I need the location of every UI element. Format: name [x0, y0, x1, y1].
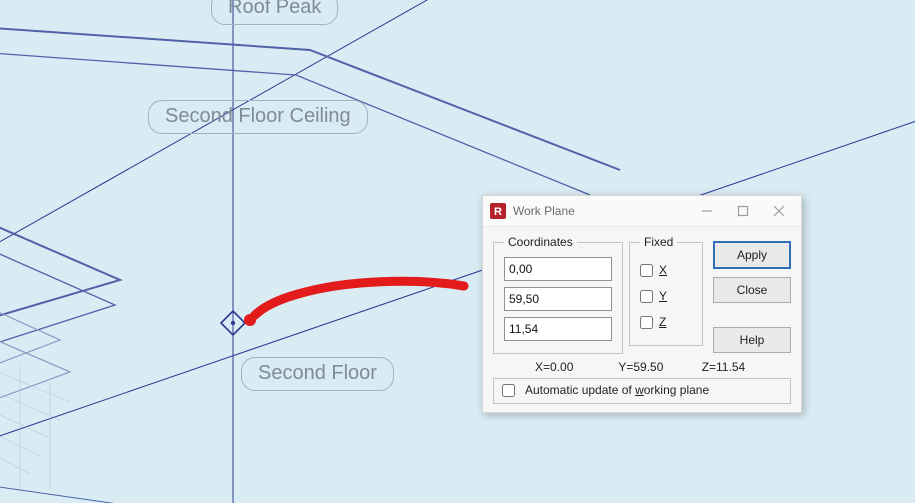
- coord-x-input[interactable]: [504, 257, 612, 281]
- coord-z-input[interactable]: [504, 317, 612, 341]
- svg-text:R: R: [494, 206, 502, 218]
- fixed-legend: Fixed: [640, 235, 677, 249]
- minimize-button[interactable]: [689, 198, 725, 224]
- level-label-second-floor: Second Floor: [241, 357, 394, 391]
- fixed-group: Fixed X Y Z: [629, 235, 703, 346]
- level-label-text: Second Floor: [258, 362, 377, 384]
- fixed-x-checkbox[interactable]: X: [640, 257, 692, 283]
- close-button[interactable]: [761, 198, 797, 224]
- auto-update-input[interactable]: [502, 384, 515, 397]
- coordinates-legend: Coordinates: [504, 235, 577, 249]
- level-label-roof-peak: Roof Peak: [211, 0, 338, 25]
- fixed-x-input[interactable]: [640, 264, 653, 277]
- fixed-y-checkbox[interactable]: Y: [640, 283, 692, 309]
- fixed-z-label: Z: [659, 315, 666, 329]
- auto-update-checkbox[interactable]: Automatic update of working plane: [493, 378, 791, 404]
- dialog-titlebar[interactable]: R Work Plane: [483, 196, 801, 227]
- help-button[interactable]: Help: [713, 327, 791, 353]
- status-z: Z=11.54: [702, 360, 782, 374]
- coord-y-input[interactable]: [504, 287, 612, 311]
- auto-update-label: Automatic update of working plane: [525, 383, 709, 397]
- dialog-title: Work Plane: [513, 204, 575, 218]
- dialog-actions: Apply Close Help: [713, 235, 791, 353]
- app-icon: R: [489, 202, 507, 220]
- apply-button[interactable]: Apply: [713, 241, 791, 269]
- status-readout: X=0.00 Y=59.50 Z=11.54: [493, 360, 791, 374]
- coordinates-group: Coordinates: [493, 235, 623, 354]
- close-dialog-button[interactable]: Close: [713, 277, 791, 303]
- work-plane-dialog: R Work Plane Coordinates Fixed: [482, 195, 802, 413]
- level-label-text: Second Floor Ceiling: [165, 105, 351, 127]
- fixed-y-label: Y: [659, 289, 667, 303]
- level-label-second-floor-ceiling: Second Floor Ceiling: [148, 100, 368, 134]
- fixed-x-label: X: [659, 263, 667, 277]
- fixed-y-input[interactable]: [640, 290, 653, 303]
- fixed-z-input[interactable]: [640, 316, 653, 329]
- level-label-text: Roof Peak: [228, 0, 321, 18]
- status-x: X=0.00: [535, 360, 615, 374]
- maximize-button[interactable]: [725, 198, 761, 224]
- status-y: Y=59.50: [618, 360, 698, 374]
- fixed-z-checkbox[interactable]: Z: [640, 309, 692, 335]
